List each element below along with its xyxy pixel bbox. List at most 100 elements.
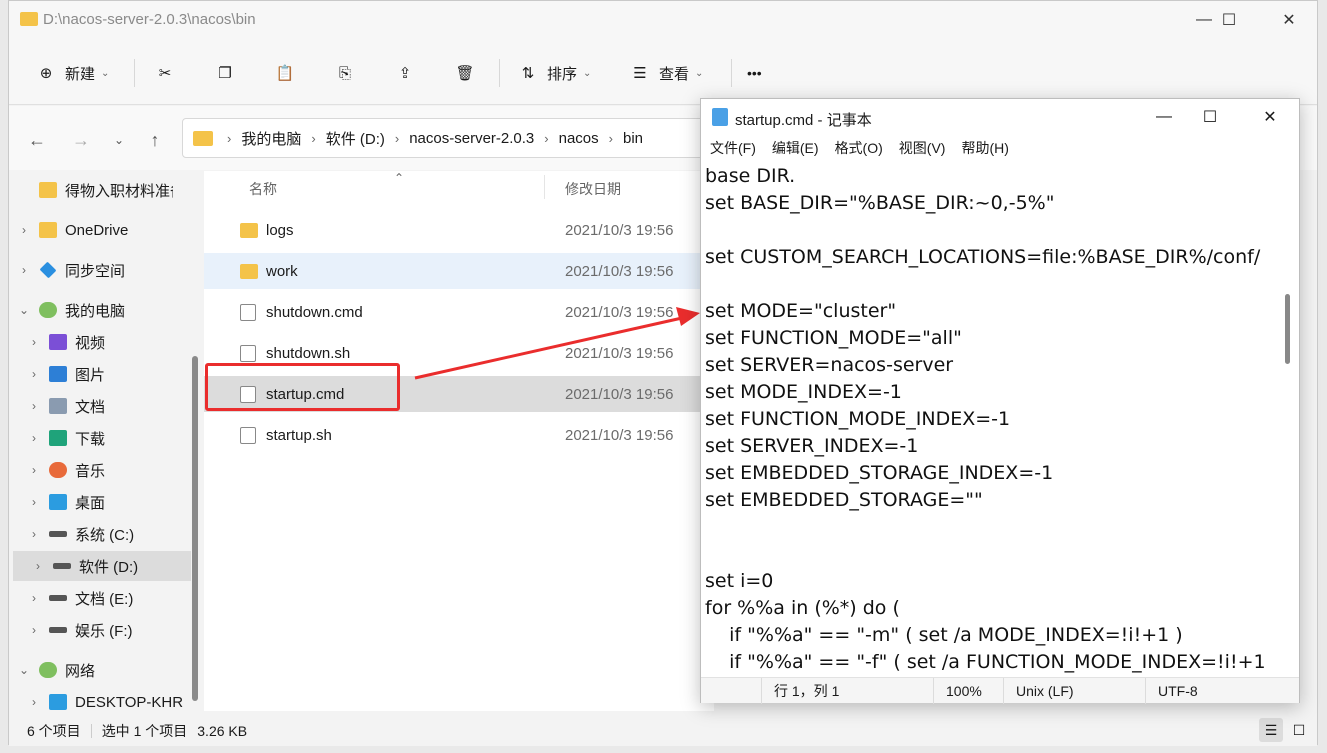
sidebar-item-drive-d[interactable]: › 软件 (D:) [13, 551, 191, 581]
tiles-view-button[interactable]: ☐ [1287, 718, 1311, 742]
sidebar-item-desktop-pc[interactable]: › DESKTOP-KHR [9, 687, 193, 717]
file-row[interactable]: logs 2021/10/3 19:56 [204, 212, 714, 248]
file-row[interactable]: work 2021/10/3 19:56 [204, 253, 714, 289]
breadcrumb-item[interactable]: bin [623, 130, 643, 147]
encoding: UTF-8 [1145, 678, 1198, 704]
file-date: 2021/10/3 19:56 [565, 426, 674, 444]
sidebar-item-drive-e[interactable]: › 文档 (E:) [9, 583, 193, 613]
notepad-text-area[interactable]: base DIR. set BASE_DIR="%BASE_DIR:~0,-5%… [701, 161, 1283, 673]
rename-button[interactable]: ⎘ [334, 57, 356, 89]
sidebar-item-videos[interactable]: › 视频 [9, 327, 193, 357]
chevron-right-icon[interactable]: › [19, 463, 49, 477]
breadcrumb-item[interactable]: 软件 (D:) [326, 128, 385, 149]
chevron-right-icon[interactable]: › [23, 559, 53, 573]
sidebar-item-onedrive[interactable]: › OneDrive [9, 215, 193, 245]
sidebar-item-quick-folder[interactable]: 得物入职材料准备 [9, 175, 193, 205]
chevron-right-icon[interactable]: › [9, 263, 39, 277]
notepad-title: startup.cmd - 记事本 [735, 112, 872, 129]
folder-icon [193, 130, 213, 146]
maximize-button[interactable]: ☐ [1187, 99, 1233, 135]
sort-ascending-icon: ⌃ [394, 171, 405, 185]
sidebar-item-label: 得物入职材料准备 [65, 182, 173, 200]
sidebar-item-label: 文档 [75, 398, 106, 416]
script-file-icon [240, 303, 256, 321]
chevron-right-icon[interactable]: › [19, 399, 49, 413]
chevron-right-icon: › [544, 130, 549, 146]
up-button[interactable]: ↑ [141, 126, 169, 154]
chevron-right-icon[interactable]: › [19, 495, 49, 509]
file-date: 2021/10/3 19:56 [565, 262, 674, 280]
sidebar-item-downloads[interactable]: › 下载 [9, 423, 193, 453]
close-button[interactable]: ✕ [1247, 99, 1293, 135]
menu-view[interactable]: 视图(V) [899, 138, 946, 158]
file-row[interactable]: startup.sh 2021/10/3 19:56 [204, 417, 714, 453]
breadcrumb-item[interactable]: nacos [559, 130, 599, 147]
file-date: 2021/10/3 19:56 [565, 344, 674, 362]
close-button[interactable]: ✕ [1266, 1, 1312, 39]
drive-icon [49, 531, 67, 537]
minimize-button[interactable]: — [1141, 99, 1187, 135]
file-row[interactable]: shutdown.cmd 2021/10/3 19:56 [204, 294, 714, 330]
view-button[interactable]: ☰ 查看 ⌄ [629, 57, 703, 89]
sidebar-item-music[interactable]: › 音乐 [9, 455, 193, 485]
scissors-icon: ✂ [158, 65, 172, 82]
document-icon [49, 398, 67, 414]
chevron-down-icon[interactable]: ⌄ [9, 303, 39, 317]
cut-button[interactable]: ✂ [154, 57, 176, 89]
chevron-right-icon[interactable]: › [19, 335, 49, 349]
chevron-down-icon[interactable]: ⌄ [9, 663, 39, 677]
cursor-position: 行 1，列 1 [761, 678, 839, 704]
notepad-scrollbar[interactable] [1285, 294, 1290, 364]
breadcrumb-item[interactable]: 我的电脑 [241, 128, 301, 149]
column-header-name[interactable]: 名称 [249, 179, 277, 199]
sidebar-item-label: 下载 [75, 430, 106, 448]
paste-button[interactable]: 📋 [274, 57, 296, 89]
chevron-right-icon[interactable]: › [19, 623, 49, 637]
menu-help[interactable]: 帮助(H) [961, 138, 1008, 158]
explorer-title: D:\nacos-server-2.0.3\nacos\bin [43, 11, 256, 28]
menu-format[interactable]: 格式(O) [835, 138, 883, 158]
forward-button[interactable]: → [67, 126, 95, 154]
breadcrumb-item[interactable]: nacos-server-2.0.3 [409, 130, 534, 147]
sidebar-item-label: 娱乐 (F:) [75, 622, 133, 640]
file-date: 2021/10/3 19:56 [565, 385, 674, 403]
sidebar-item-this-pc[interactable]: ⌄ 我的电脑 [9, 295, 193, 325]
chevron-right-icon[interactable]: › [19, 367, 49, 381]
sidebar-item-network[interactable]: ⌄ 网络 [9, 655, 193, 685]
chevron-right-icon: › [394, 130, 400, 146]
sort-button[interactable]: ⇅ 排序 ⌄ [517, 57, 592, 89]
sidebar-item-pictures[interactable]: › 图片 [9, 359, 193, 389]
column-header-modified[interactable]: 修改日期 [565, 179, 621, 199]
chevron-right-icon[interactable]: › [19, 527, 49, 541]
explorer-titlebar: D:\nacos-server-2.0.3\nacos\bin — ☐ ✕ [9, 1, 1317, 39]
address-bar[interactable]: › 我的电脑 › 软件 (D:) › nacos-server-2.0.3 › … [182, 118, 742, 158]
recent-locations-button[interactable]: ⌄ [105, 126, 133, 154]
more-button[interactable]: ••• [747, 57, 762, 89]
share-icon: ⇪ [398, 65, 412, 82]
sidebar-item-documents[interactable]: › 文档 [9, 391, 193, 421]
chevron-right-icon[interactable]: › [19, 591, 49, 605]
new-button[interactable]: ⊕ 新建 ⌄ [35, 57, 110, 89]
sidebar-item-drive-c[interactable]: › 系统 (C:) [9, 519, 193, 549]
delete-button[interactable]: 🗑 [454, 57, 476, 89]
menu-file[interactable]: 文件(F) [710, 138, 756, 158]
menu-edit[interactable]: 编辑(E) [772, 138, 819, 158]
new-label: 新建 [65, 65, 96, 83]
chevron-right-icon[interactable]: › [9, 223, 39, 237]
file-name: shutdown.cmd [266, 303, 363, 321]
sidebar-item-sync[interactable]: › 同步空间 [9, 255, 193, 285]
toolbar-divider [499, 59, 500, 87]
back-button[interactable]: ← [23, 126, 51, 154]
sidebar-item-label: 桌面 [75, 494, 106, 512]
trash-icon: 🗑 [455, 65, 475, 82]
sidebar-item-desktop[interactable]: › 桌面 [9, 487, 193, 517]
chevron-right-icon[interactable]: › [19, 431, 49, 445]
maximize-button[interactable]: ☐ [1206, 1, 1252, 39]
chevron-down-icon: ⌄ [695, 67, 704, 79]
sidebar-scrollbar[interactable] [192, 356, 198, 701]
chevron-right-icon[interactable]: › [19, 695, 49, 709]
share-button[interactable]: ⇪ [394, 57, 416, 89]
copy-button[interactable]: ❐ [214, 57, 236, 89]
sidebar-item-drive-f[interactable]: › 娱乐 (F:) [9, 615, 193, 645]
details-view-button[interactable]: ☰ [1259, 718, 1283, 742]
